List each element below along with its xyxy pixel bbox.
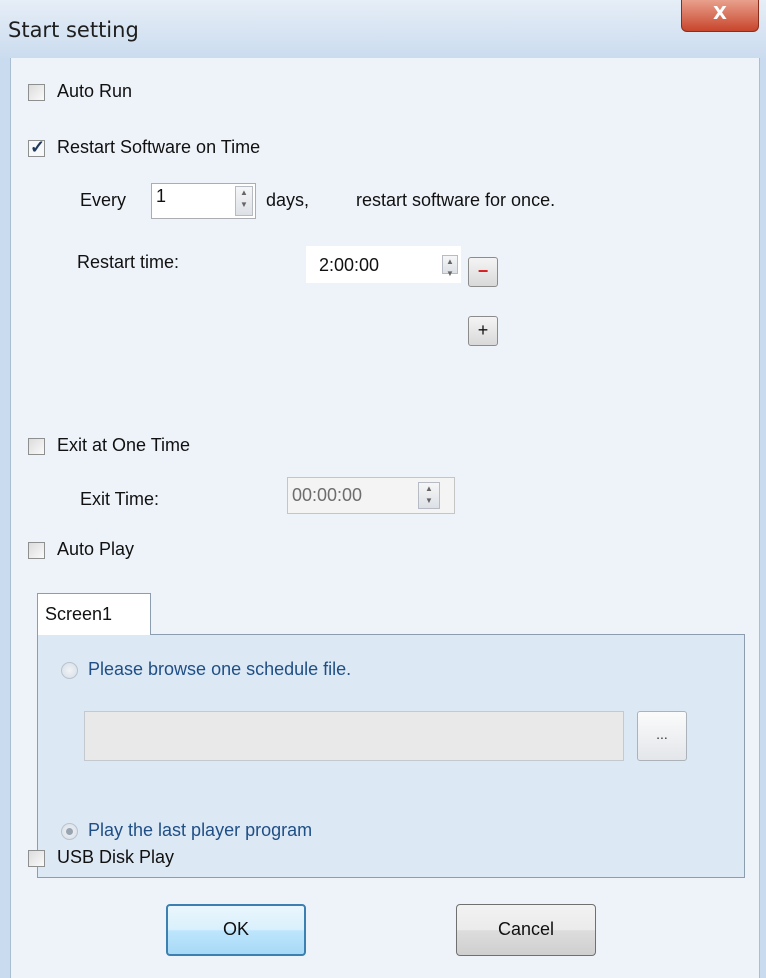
last-program-radio[interactable] [61,823,78,840]
screen-tab-panel: Please browse one schedule file. ... Pla… [37,634,745,878]
schedule-file-path-input[interactable] [84,711,624,761]
last-program-label[interactable]: Play the last player program [88,820,312,841]
radio-selected-dot [66,828,73,835]
restart-days-spinner[interactable]: 1 ▲ ▼ [151,183,256,219]
browse-schedule-radio[interactable] [61,662,78,679]
exit-time-label: Exit Time: [80,489,160,509]
exit-at-time-label[interactable]: Exit at One Time [57,435,190,456]
title-bar: Start setting X [0,0,766,58]
usb-disk-play-checkbox[interactable] [28,850,45,867]
close-icon: X [713,3,727,24]
every-label: Every [80,190,127,210]
spinner-arrows-icon[interactable]: ▲ ▼ [442,255,458,278]
restart-days-value[interactable]: 1 [156,186,166,207]
usb-disk-play-label[interactable]: USB Disk Play [57,847,174,868]
minus-icon: − [477,261,489,281]
close-button[interactable]: X [681,0,759,32]
dialog-body: Auto Run ✓ Restart Software on Time Ever… [10,58,760,978]
ellipsis-icon: ... [656,726,668,742]
restart-time-value[interactable]: 2:00:00 [319,255,379,276]
tab-screen1[interactable]: Screen1 [37,593,151,635]
browse-schedule-label[interactable]: Please browse one schedule file. [88,659,351,680]
restart-software-checkbox[interactable]: ✓ [28,137,46,157]
tab-screen1-label: Screen1 [45,604,113,624]
auto-play-checkbox[interactable] [28,542,45,559]
browse-file-button[interactable]: ... [637,711,687,761]
checkmark-icon: ✓ [30,137,46,157]
plus-icon: + [477,320,489,340]
restart-time-spinner[interactable]: 2:00:00 ▲ ▼ [306,246,461,283]
remove-time-button[interactable]: − [468,257,498,287]
auto-run-checkbox[interactable] [28,84,45,101]
exit-time-value[interactable]: 00:00:00 [292,485,362,506]
auto-play-label[interactable]: Auto Play [57,539,134,560]
restart-time-label: Restart time: [77,252,180,272]
auto-run-label[interactable]: Auto Run [57,81,132,102]
days-label: days, [266,190,310,210]
spinner-arrows-icon[interactable]: ▲ ▼ [235,186,253,216]
window-title: Start setting [8,18,139,42]
ok-button[interactable]: OK [166,904,306,956]
restart-software-label[interactable]: Restart Software on Time [57,137,260,158]
restart-once-label: restart software for once. [356,190,556,210]
exit-time-spinner[interactable]: 00:00:00 ▲ ▼ [287,477,455,514]
cancel-button[interactable]: Cancel [456,904,596,956]
exit-at-time-checkbox[interactable] [28,438,45,455]
spinner-arrows-icon[interactable]: ▲ ▼ [418,482,440,509]
add-time-button[interactable]: + [468,316,498,346]
